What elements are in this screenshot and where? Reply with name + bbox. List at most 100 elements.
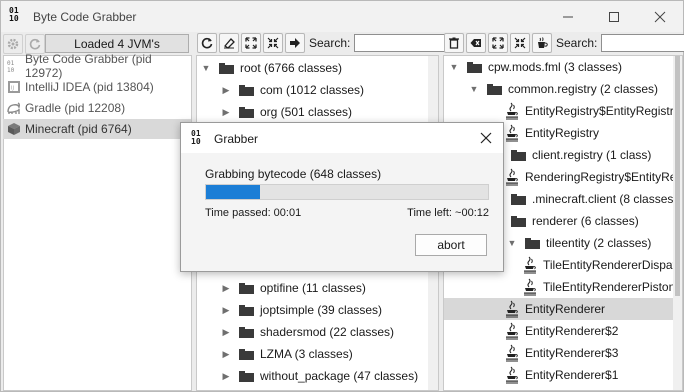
abort-button[interactable]: abort [415, 234, 487, 256]
svg-text:10: 10 [7, 67, 15, 73]
class-tree-row[interactable]: EntityRegistry [505, 122, 599, 144]
package-tree-row[interactable]: ▶ shadersmod (22 classes) [219, 321, 395, 343]
jvm-item[interactable]: 01 10 Byte Code Grabber (pid 12972) [3, 52, 191, 80]
package-tree-label: root (6766 classes) [240, 61, 343, 75]
class-tree-row[interactable]: EntityRenderer [444, 298, 673, 320]
collapse-all-button[interactable] [263, 33, 283, 53]
class-tree-row[interactable]: ▼ tileentity (2 classes) [505, 232, 652, 254]
load-jvms-button[interactable]: Loaded 4 JVM's [45, 34, 189, 53]
package-tree-label: joptsimple (39 classes) [260, 303, 383, 317]
trash-icon [449, 37, 459, 49]
jvm-item[interactable]: Minecraft (pid 6764) [3, 119, 191, 139]
package-tree-row[interactable]: ▶ joptsimple (39 classes) [219, 299, 383, 321]
java-class-icon [505, 344, 519, 362]
class-tree-label: common.registry (2 classes) [508, 82, 659, 96]
chevron-right-icon[interactable]: ▶ [219, 371, 233, 382]
class-search-input[interactable] [601, 34, 684, 52]
chevron-down-icon[interactable]: ▼ [199, 63, 213, 73]
package-tree-row[interactable]: ▶ without_package (47 classes) [219, 365, 419, 387]
class-tree-row[interactable]: ▼renderer (6 classes) [491, 210, 639, 232]
jvm-item[interactable]: Gradle (pid 12208) [3, 98, 191, 118]
chevron-down-icon[interactable]: ▼ [505, 238, 519, 248]
package-tree-row[interactable]: ▶ com (1012 classes) [219, 79, 365, 101]
chevron-right-icon[interactable]: ▶ [219, 85, 233, 96]
class-tree-row[interactable]: EntityRenderer$1 [505, 364, 618, 386]
gradle-elephant-icon [7, 101, 21, 115]
class-tree-row[interactable]: EntityRenderer$3 [505, 342, 618, 364]
chevron-right-icon[interactable]: ▶ [219, 283, 233, 294]
class-tree-label: tileentity (2 classes) [546, 236, 652, 250]
folder-icon [219, 62, 234, 74]
class-tree-label: EntityRenderer$1 [525, 368, 619, 382]
dialog-close-icon[interactable] [479, 131, 493, 145]
class-tree-row[interactable]: ▼ common.registry (2 classes) [467, 78, 659, 100]
dialog-title: Grabber [214, 132, 259, 146]
class-tree-row[interactable]: ▼client.registry (1 class) [491, 144, 652, 166]
app-binary-icon: 01 10 [9, 6, 19, 23]
maximize-icon [609, 11, 619, 22]
dialog-binary-icon: 01 10 [191, 129, 201, 146]
class-tree-row[interactable]: EntityRenderer$2 [505, 320, 618, 342]
refresh-icon [201, 37, 213, 49]
jvm-item[interactable]: IJ IntelliJ IDEA (pid 13804) [3, 77, 191, 97]
clear-button[interactable] [466, 33, 486, 53]
package-tree-row[interactable]: ▶ LZMA (3 classes) [219, 343, 353, 365]
package-tree-row[interactable]: ▶ org (501 classes) [219, 101, 353, 123]
folder-icon [239, 282, 254, 294]
clear-filter-button[interactable] [219, 33, 239, 53]
backspace-icon [470, 39, 481, 47]
decompile-button[interactable] [532, 33, 552, 53]
maximize-button[interactable] [591, 1, 637, 32]
reload-button[interactable] [197, 33, 217, 53]
folder-icon [511, 215, 526, 227]
package-tree-row[interactable]: ▼ root (6766 classes) [199, 57, 343, 79]
class-tree-row[interactable]: EntityRegistry$EntityRegistra [505, 100, 680, 122]
chevron-right-icon[interactable]: ▶ [219, 107, 233, 118]
arrow-right-icon [290, 38, 300, 48]
expand-all-button[interactable] [241, 33, 261, 53]
chevron-down-icon[interactable]: ▼ [447, 62, 461, 72]
class-tree-row[interactable]: RenderingRegistry$EntityRer [505, 166, 680, 188]
class-scrollbar[interactable] [673, 56, 682, 390]
progress-bar [205, 184, 489, 200]
class-tree-row[interactable]: TileEntityRendererPiston [523, 276, 675, 298]
folder-icon [239, 84, 254, 96]
class-tree-row[interactable]: ▼ cpw.mods.fml (3 classes) [447, 56, 623, 78]
close-button[interactable] [637, 1, 683, 32]
minimize-button[interactable] [545, 1, 591, 32]
class-expand-all-button[interactable] [488, 33, 508, 53]
class-tree-row[interactable]: TileEntityRendererDispatc [523, 254, 682, 276]
chevron-down-icon[interactable]: ▼ [467, 84, 481, 94]
refresh-jvms-button[interactable] [25, 34, 45, 54]
progress-bar-fill [206, 185, 260, 199]
package-search-input[interactable] [354, 34, 447, 52]
svg-text:01: 01 [7, 60, 15, 67]
java-class-icon [505, 124, 519, 142]
package-tree-label: without_package (47 classes) [260, 369, 419, 383]
class-collapse-all-button[interactable] [510, 33, 530, 53]
folder-icon [525, 237, 540, 249]
folder-icon [239, 304, 254, 316]
go-button[interactable] [285, 33, 305, 53]
java-class-icon [505, 300, 519, 318]
package-tree-row[interactable]: ▶ optifine (11 classes) [219, 277, 366, 299]
chevron-right-icon[interactable]: ▶ [219, 305, 233, 316]
jvm-item-label: IntelliJ IDEA (pid 13804) [25, 80, 154, 94]
class-tree-row[interactable]: ▼.minecraft.client (8 classes) [491, 188, 678, 210]
java-class-icon [505, 366, 519, 384]
chevron-right-icon[interactable]: ▶ [219, 327, 233, 338]
class-tree-label: EntityRegistry [525, 126, 600, 140]
folder-icon [467, 61, 482, 73]
package-tree-label: shadersmod (22 classes) [260, 325, 395, 339]
collapse-icon [514, 37, 526, 49]
settings-button[interactable] [3, 34, 23, 54]
window-title: Byte Code Grabber [33, 10, 137, 24]
package-tree-label: optifine (11 classes) [260, 281, 366, 295]
refresh-icon [29, 38, 41, 50]
minecraft-block-icon [7, 122, 21, 136]
class-scrollbar-thumb[interactable] [675, 56, 680, 296]
chevron-right-icon[interactable]: ▶ [219, 349, 233, 360]
folder-icon [511, 193, 526, 205]
minimize-icon [563, 16, 573, 17]
delete-button[interactable] [444, 33, 464, 53]
